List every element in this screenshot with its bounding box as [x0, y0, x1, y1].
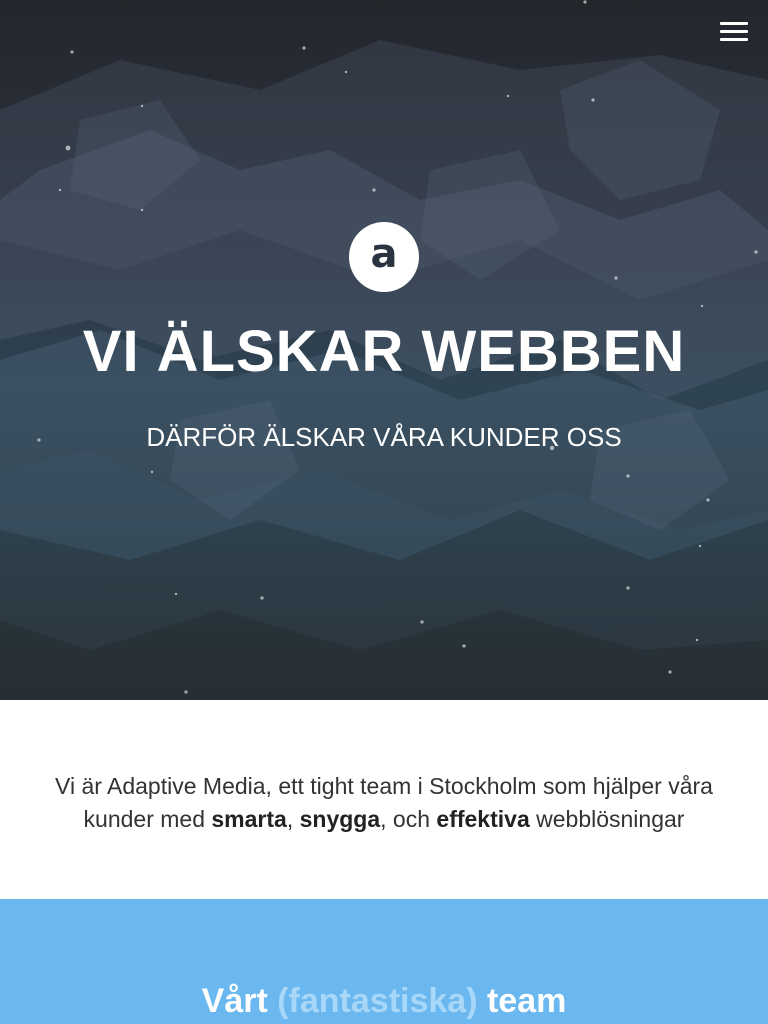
hero-section: a VI ÄLSKAR WEBBEN DÄRFÖR ÄLSKAR VÅRA KU…	[0, 0, 768, 700]
intro-line2-prefix: kunder med	[83, 806, 212, 832]
intro-separator-1: ,	[286, 806, 300, 832]
team-heading-faded: (fantastiska)	[277, 982, 478, 1020]
intro-section: Vi är Adaptive Media, ett tight team i S…	[0, 700, 768, 899]
intro-line2-suffix: webblösningar	[529, 806, 685, 832]
team-heading-start: Vårt	[201, 982, 278, 1020]
hamburger-menu-icon	[720, 22, 748, 41]
intro-word-smarta: smarta	[211, 806, 287, 832]
intro-word-effektiva: effektiva	[436, 806, 530, 832]
hero-subtitle: DÄRFÖR ÄLSKAR VÅRA KUNDER OSS	[146, 422, 622, 452]
intro-line1: Vi är Adaptive Media, ett tight team i S…	[55, 773, 713, 799]
logo-letter: a	[370, 231, 398, 277]
team-heading: Vårt (fantastiska) team	[0, 982, 768, 1021]
intro-separator-2: , och	[380, 806, 437, 832]
intro-word-snygga: snygga	[299, 806, 381, 832]
logo[interactable]: a	[349, 222, 419, 292]
intro-text: Vi är Adaptive Media, ett tight team i S…	[30, 770, 738, 836]
hero-title: VI ÄLSKAR WEBBEN	[82, 319, 686, 384]
team-section: Vårt (fantastiska) team	[0, 899, 768, 1024]
team-heading-end: team	[477, 982, 567, 1020]
menu-button[interactable]	[720, 22, 748, 44]
